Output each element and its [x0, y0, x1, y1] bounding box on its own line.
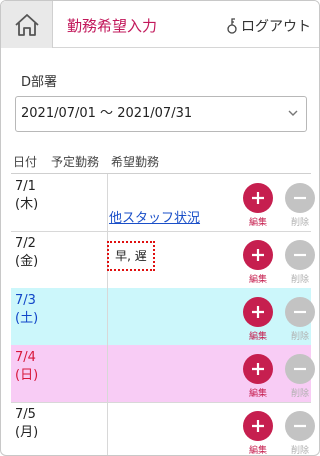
delete-button[interactable] — [285, 297, 315, 327]
header-planned: 予定勤務 — [51, 155, 100, 169]
edit-label: 編集 — [248, 275, 267, 285]
table-row: 7/4 (日) 編集 削除 — [11, 345, 315, 403]
delete-button[interactable] — [285, 183, 315, 213]
edit-label: 編集 — [248, 446, 267, 456]
logout-button[interactable]: ログアウト — [226, 16, 311, 36]
header-date: 日付 — [13, 155, 38, 169]
table-row: 7/1 (木) 他スタッフ状況 編集 削除 — [11, 174, 315, 232]
period-select-value: 2021/07/01 ～ 2021/07/31 — [21, 106, 193, 121]
minus-icon — [294, 253, 306, 257]
table-row: 7/5 (月) 編集 削除 — [11, 402, 315, 456]
row-day-of-week: (金) — [15, 254, 39, 269]
edit-label: 編集 — [248, 218, 267, 228]
department-label: D部署 — [21, 75, 58, 90]
table-row: 7/2 (金) 早, 遅 編集 削除 — [11, 231, 315, 289]
home-icon — [14, 13, 39, 36]
edit-label: 編集 — [248, 332, 267, 342]
plus-icon — [252, 363, 264, 375]
delete-label: 削除 — [290, 218, 309, 228]
wish-shift-value[interactable]: 早, 遅 — [107, 241, 155, 271]
delete-button[interactable] — [285, 240, 315, 270]
row-date: 7/2 — [15, 236, 36, 251]
row-date: 7/1 — [15, 179, 36, 194]
minus-icon — [294, 367, 306, 371]
edit-label: 編集 — [248, 389, 267, 399]
delete-label: 削除 — [290, 332, 309, 342]
table-header: 日付 予定勤務 希望勤務 — [1, 151, 319, 173]
app-frame: 勤務希望入力 ログアウト D部署 2021/07/01 ～ 2021/07/31… — [0, 0, 320, 456]
row-date: 7/4 — [15, 350, 36, 365]
header: 勤務希望入力 ログアウト — [1, 1, 319, 48]
column-divider — [107, 402, 108, 455]
delete-label: 削除 — [290, 275, 309, 285]
logout-label: ログアウト — [241, 19, 311, 35]
delete-button[interactable] — [285, 411, 315, 441]
header-wish: 希望勤務 — [111, 155, 160, 169]
key-icon — [227, 18, 237, 34]
edit-button[interactable] — [243, 240, 273, 270]
delete-button[interactable] — [285, 354, 315, 384]
minus-icon — [294, 424, 306, 428]
row-day-of-week: (日) — [15, 368, 39, 383]
row-date: 7/3 — [15, 293, 36, 308]
edit-button[interactable] — [243, 354, 273, 384]
minus-icon — [294, 196, 306, 200]
chevron-down-icon — [288, 110, 298, 116]
plus-icon — [252, 192, 264, 204]
edit-button[interactable] — [243, 297, 273, 327]
table-row: 7/3 (土) 編集 削除 — [11, 288, 315, 346]
delete-label: 削除 — [290, 389, 309, 399]
row-day-of-week: (土) — [15, 311, 39, 326]
plus-icon — [252, 306, 264, 318]
page-title: 勤務希望入力 — [67, 17, 158, 35]
period-select[interactable]: 2021/07/01 ～ 2021/07/31 — [15, 96, 307, 132]
column-divider — [107, 174, 108, 231]
home-button[interactable] — [1, 1, 53, 48]
column-divider — [107, 288, 108, 345]
edit-button[interactable] — [243, 183, 273, 213]
row-day-of-week: (月) — [15, 425, 39, 440]
other-staff-link[interactable]: 他スタッフ状況 — [109, 207, 200, 226]
row-date: 7/5 — [15, 407, 36, 422]
row-day-of-week: (木) — [15, 197, 39, 212]
column-divider — [107, 345, 108, 402]
edit-button[interactable] — [243, 411, 273, 441]
minus-icon — [294, 310, 306, 314]
plus-icon — [252, 249, 264, 261]
delete-label: 削除 — [290, 446, 309, 456]
plus-icon — [252, 420, 264, 432]
